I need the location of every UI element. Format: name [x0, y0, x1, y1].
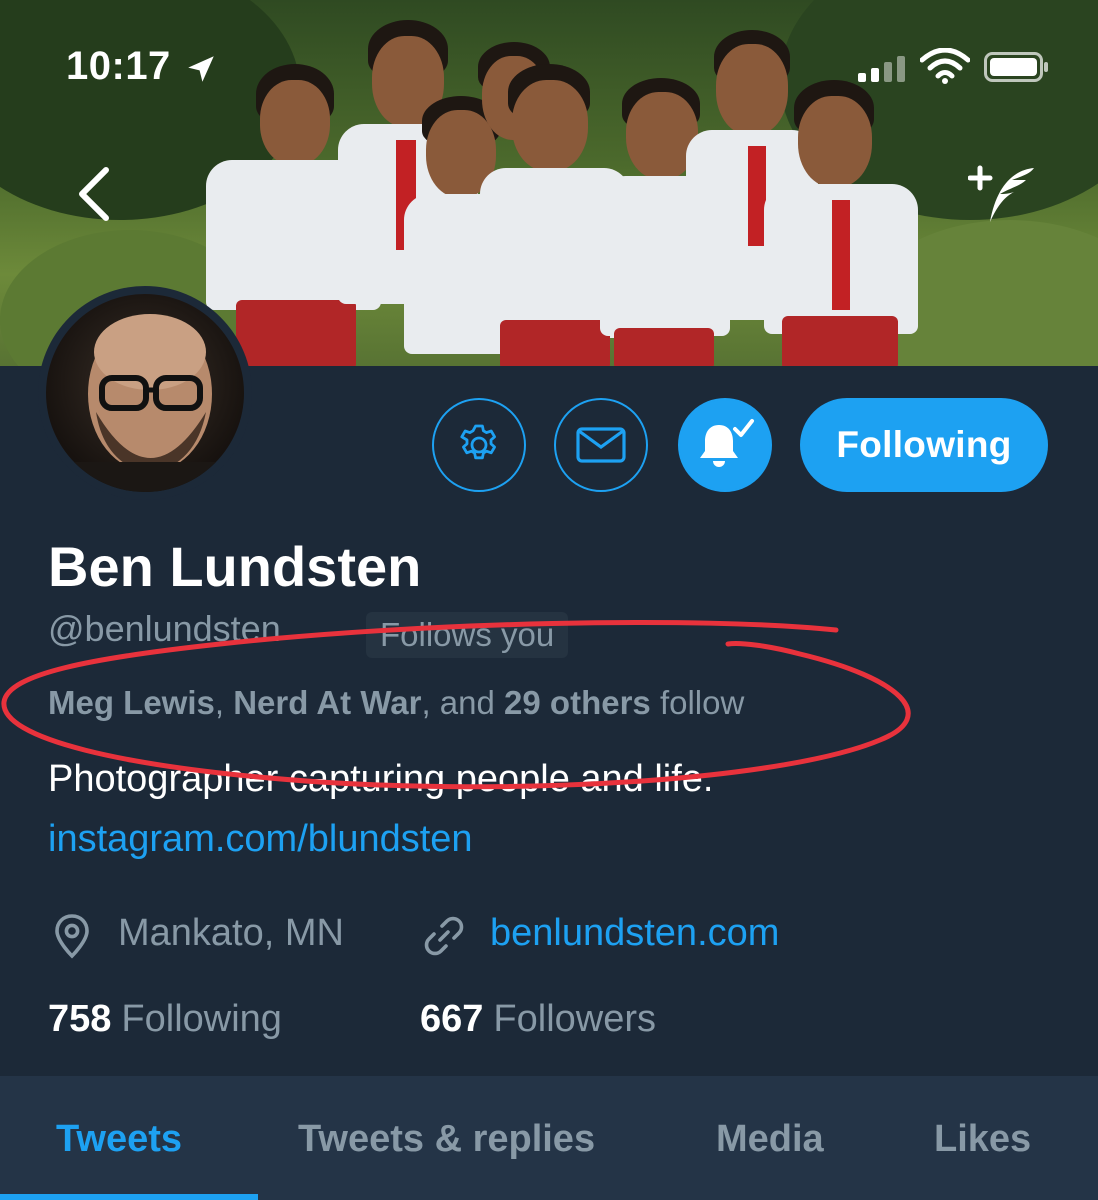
settings-button[interactable] — [432, 398, 526, 492]
location-pin-icon — [55, 914, 89, 959]
profile-display-name: Ben Lundsten — [48, 535, 422, 598]
tab-likes[interactable]: Likes — [934, 1118, 1031, 1161]
mutual-name[interactable]: Nerd At War — [233, 684, 421, 721]
envelope-icon — [576, 427, 626, 463]
tab-tweets-and-replies[interactable]: Tweets & replies — [298, 1118, 595, 1161]
link-icon — [424, 916, 464, 956]
followers-count[interactable]: 667 Followers — [420, 998, 656, 1041]
mutual-suffix: follow — [659, 684, 745, 721]
banner-person — [760, 80, 920, 366]
following-button[interactable]: Following — [800, 398, 1048, 492]
mutual-others-count[interactable]: 29 others — [504, 684, 651, 721]
follows-you-badge: Follows you — [366, 612, 569, 658]
mutual-followers[interactable]: Meg Lewis, Nerd At War, and 29 others fo… — [48, 684, 744, 722]
status-time: 10:17 — [66, 44, 171, 88]
mutual-name[interactable]: Meg Lewis — [48, 684, 215, 721]
active-tab-indicator — [0, 1194, 258, 1200]
battery-icon — [984, 52, 1048, 82]
chevron-left-icon[interactable] — [70, 164, 120, 224]
following-number: 758 — [48, 998, 112, 1040]
followers-number: 667 — [420, 998, 484, 1040]
profile-handle: @benlundsten — [48, 608, 281, 649]
following-label: Following — [121, 998, 282, 1040]
profile-location: Mankato, MN — [118, 912, 344, 954]
message-button[interactable] — [554, 398, 648, 492]
gear-icon — [460, 424, 496, 460]
notifications-button[interactable] — [678, 398, 772, 492]
bell-check-icon — [700, 419, 754, 467]
following-count[interactable]: 758 Following — [48, 998, 282, 1041]
location-arrow-icon — [188, 56, 214, 82]
mutual-and-text: , and — [421, 684, 495, 721]
avatar-portrait — [46, 314, 244, 492]
avatar-photo — [46, 294, 244, 492]
wifi-icon — [920, 48, 970, 84]
cellular-signal-icon — [858, 56, 905, 82]
bio-link[interactable]: instagram.com/blundsten — [48, 818, 473, 861]
tab-media[interactable]: Media — [716, 1118, 824, 1161]
followers-label: Followers — [493, 998, 657, 1040]
add-tweet-feather-icon[interactable] — [968, 164, 1038, 226]
mutual-separator: , — [214, 684, 225, 721]
profile-bio: Photographer capturing people and life. — [48, 758, 714, 800]
tab-tweets[interactable]: Tweets — [56, 1118, 182, 1161]
profile-website-link[interactable]: benlundsten.com — [490, 912, 779, 955]
profile-avatar[interactable] — [38, 286, 252, 500]
